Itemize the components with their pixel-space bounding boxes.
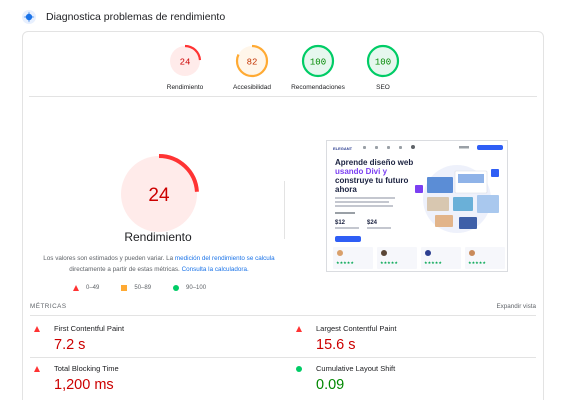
metrics-header: MÉTRICAS Expandir vista bbox=[30, 303, 536, 310]
metrics-divider bbox=[30, 315, 536, 316]
metric-lcp-value: 15.6 s bbox=[316, 337, 356, 353]
legend-average-range: 50–89 bbox=[134, 285, 152, 291]
metric-lcp-name: Largest Contentful Paint bbox=[316, 324, 397, 333]
average-square-icon bbox=[121, 285, 128, 291]
gauge-accessibility-value: 82 bbox=[247, 58, 258, 68]
legend-pass: 90–100 bbox=[173, 285, 206, 291]
performance-note: Los valores son estimados y pueden varia… bbox=[28, 253, 290, 275]
pass-circle-icon bbox=[173, 285, 180, 291]
metric-cls: Cumulative Layout Shift 0.09 bbox=[296, 364, 536, 393]
legend-fail: 0–49 bbox=[73, 285, 99, 291]
score-gauges: 24 Rendimiento 82 Accesibilidad 100 Reco… bbox=[23, 32, 543, 94]
performance-big-gauge: 24 bbox=[119, 154, 199, 234]
legend-pass-range: 90–100 bbox=[186, 285, 207, 291]
score-legend: 0–49 50–89 90–100 bbox=[73, 283, 228, 293]
gauge-performance-ring: 24 bbox=[168, 44, 202, 78]
metrics-row-divider bbox=[30, 357, 536, 358]
expand-view-toggle[interactable]: Expandir vista bbox=[496, 303, 536, 310]
pass-circle-icon bbox=[296, 365, 302, 372]
metric-cls-name: Cumulative Layout Shift bbox=[316, 364, 396, 373]
legend-average: 50–89 bbox=[121, 285, 151, 291]
metric-tbt-value: 1,200 ms bbox=[54, 377, 114, 393]
legend-fail-range: 0–49 bbox=[86, 285, 100, 291]
metric-cls-value: 0.09 bbox=[316, 377, 345, 393]
svg-text:★★★★★: ★★★★★ bbox=[380, 260, 398, 265]
section-title: Diagnostica problemas de rendimiento bbox=[46, 11, 226, 23]
performance-calc-link[interactable]: medición del rendimiento se calcula bbox=[175, 255, 275, 262]
note-text-2: directamente a partir de estas métricas. bbox=[69, 266, 182, 273]
fail-triangle-icon bbox=[34, 325, 40, 332]
svg-text:ELEGANT: ELEGANT bbox=[333, 146, 353, 151]
gauge-seo-label: SEO bbox=[376, 84, 390, 91]
note-text-1: Los valores son estimados y pueden varia… bbox=[43, 255, 175, 262]
calculator-link[interactable]: Consulta la calculadora. bbox=[182, 266, 249, 273]
gauge-seo-value: 100 bbox=[375, 58, 391, 68]
metric-lcp: Largest Contentful Paint 15.6 s bbox=[296, 324, 536, 353]
gauge-performance-value: 24 bbox=[180, 58, 191, 68]
vertical-divider bbox=[284, 181, 285, 239]
metric-fcp-name: First Contentful Paint bbox=[54, 324, 125, 333]
divider bbox=[29, 96, 537, 97]
metrics-title: MÉTRICAS bbox=[30, 303, 67, 310]
gauge-best-practices-value: 100 bbox=[310, 58, 326, 68]
gauge-accessibility-ring: 82 bbox=[235, 44, 269, 78]
fail-triangle-icon bbox=[34, 365, 40, 372]
page-screenshot[interactable]: ELEGANT Aprende diseño web usando Divi y… bbox=[326, 140, 508, 272]
svg-text:★★★★★: ★★★★★ bbox=[468, 260, 486, 265]
svg-text:$24: $24 bbox=[367, 220, 378, 226]
page-screenshot-thumbnail: ELEGANT Aprende diseño web usando Divi y… bbox=[327, 141, 507, 271]
report-card: 24 Rendimiento 82 Accesibilidad 100 Reco… bbox=[22, 31, 544, 400]
metric-tbt: Total Blocking Time 1,200 ms bbox=[34, 364, 274, 393]
svg-text:ahora: ahora bbox=[335, 185, 357, 194]
gauge-best-practices-ring: 100 bbox=[301, 44, 335, 78]
lighthouse-icon bbox=[22, 10, 36, 24]
gauge-seo-ring: 100 bbox=[366, 44, 400, 78]
performance-big-score: 24 bbox=[148, 185, 170, 206]
performance-title: Rendimiento bbox=[124, 230, 192, 244]
svg-text:★★★★★: ★★★★★ bbox=[424, 260, 442, 265]
svg-text:Aprende diseño web: Aprende diseño web bbox=[335, 158, 413, 167]
metric-tbt-name: Total Blocking Time bbox=[54, 364, 119, 373]
svg-text:construye tu futuro: construye tu futuro bbox=[335, 176, 408, 185]
svg-text:★★★★★: ★★★★★ bbox=[336, 260, 354, 265]
gauge-seo[interactable]: 100 SEO bbox=[343, 44, 423, 91]
fail-triangle-icon bbox=[73, 285, 79, 291]
fail-triangle-icon bbox=[296, 325, 302, 332]
metric-fcp-value: 7.2 s bbox=[54, 337, 86, 353]
metric-fcp: First Contentful Paint 7.2 s bbox=[34, 324, 274, 353]
svg-text:$12: $12 bbox=[335, 220, 346, 226]
section-header: Diagnostica problemas de rendimiento bbox=[22, 9, 225, 25]
svg-text:usando Divi y: usando Divi y bbox=[335, 167, 388, 176]
